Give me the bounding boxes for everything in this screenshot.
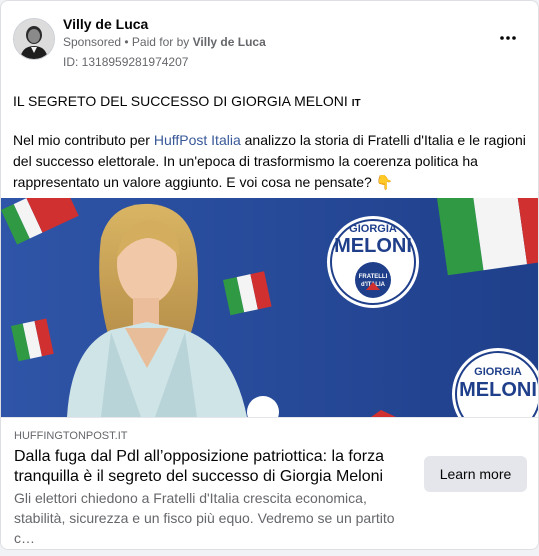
huffpost-link[interactable]: HuffPost Italia [154,132,241,148]
paid-for-name[interactable]: Villy de Luca [193,35,266,49]
post-header: Villy de Luca Sponsored • Paid for by Vi… [13,16,526,74]
banner-top-label-2: GIORGIA [474,366,522,378]
banner-name-label: MELONI [334,235,412,257]
avatar-image [14,19,54,59]
post-title-line: IL SEGRETO DEL SUCCESSO DI GIORGIA MELON… [13,91,529,114]
meta-separator: • [121,35,132,49]
post-body: Nel mio contributo per HuffPost Italia a… [13,130,529,193]
avatar[interactable] [13,18,55,60]
ad-card: Villy de Luca Sponsored • Paid for by Vi… [0,0,539,550]
party-logo-1: GIORGIA MELONI FRATELLI d'ITALIA [327,216,419,308]
more-options-button[interactable] [494,28,522,48]
link-description: Gli elettori chiedono a Fratelli d'Itali… [14,490,395,546]
post-text: IL SEGRETO DEL SUCCESSO DI GIORGIA MELON… [13,91,529,193]
sponsored-line: Sponsored • Paid for by Villy de Luca [63,35,266,49]
post-body-start: Nel mio contributo per [13,132,154,148]
sponsored-label: Sponsored [63,35,122,49]
link-headline[interactable]: Dalla fuga dal Pdl all’opposizione patri… [14,447,409,487]
banner-name-label-2: MELONI [459,379,537,401]
banner-party-label-1: FRATELLI [359,274,388,280]
link-domain: HUFFINGTONPOST.IT [14,430,128,442]
meloni-photo: GIORGIA MELONI FRATELLI d'ITALIA GIORGIA… [1,198,538,417]
banner-top-label: GIORGIA [349,223,397,235]
learn-more-button[interactable]: Learn more [424,456,527,492]
post-image[interactable]: GIORGIA MELONI FRATELLI d'ITALIA GIORGIA… [1,198,538,417]
pointing-down-emoji: 👇 [375,174,394,190]
ad-id: ID: 1318959281974207 [63,55,189,69]
flag-it: IT [351,98,361,109]
author-name[interactable]: Villy de Luca [63,16,148,32]
post-title: IL SEGRETO DEL SUCCESSO DI GIORGIA MELON… [13,93,348,109]
link-preview[interactable]: HUFFINGTONPOST.IT Dalla fuga dal Pdl all… [1,417,538,549]
more-horizontal-icon [500,36,516,40]
paid-for-prefix: Paid for by [131,35,193,49]
